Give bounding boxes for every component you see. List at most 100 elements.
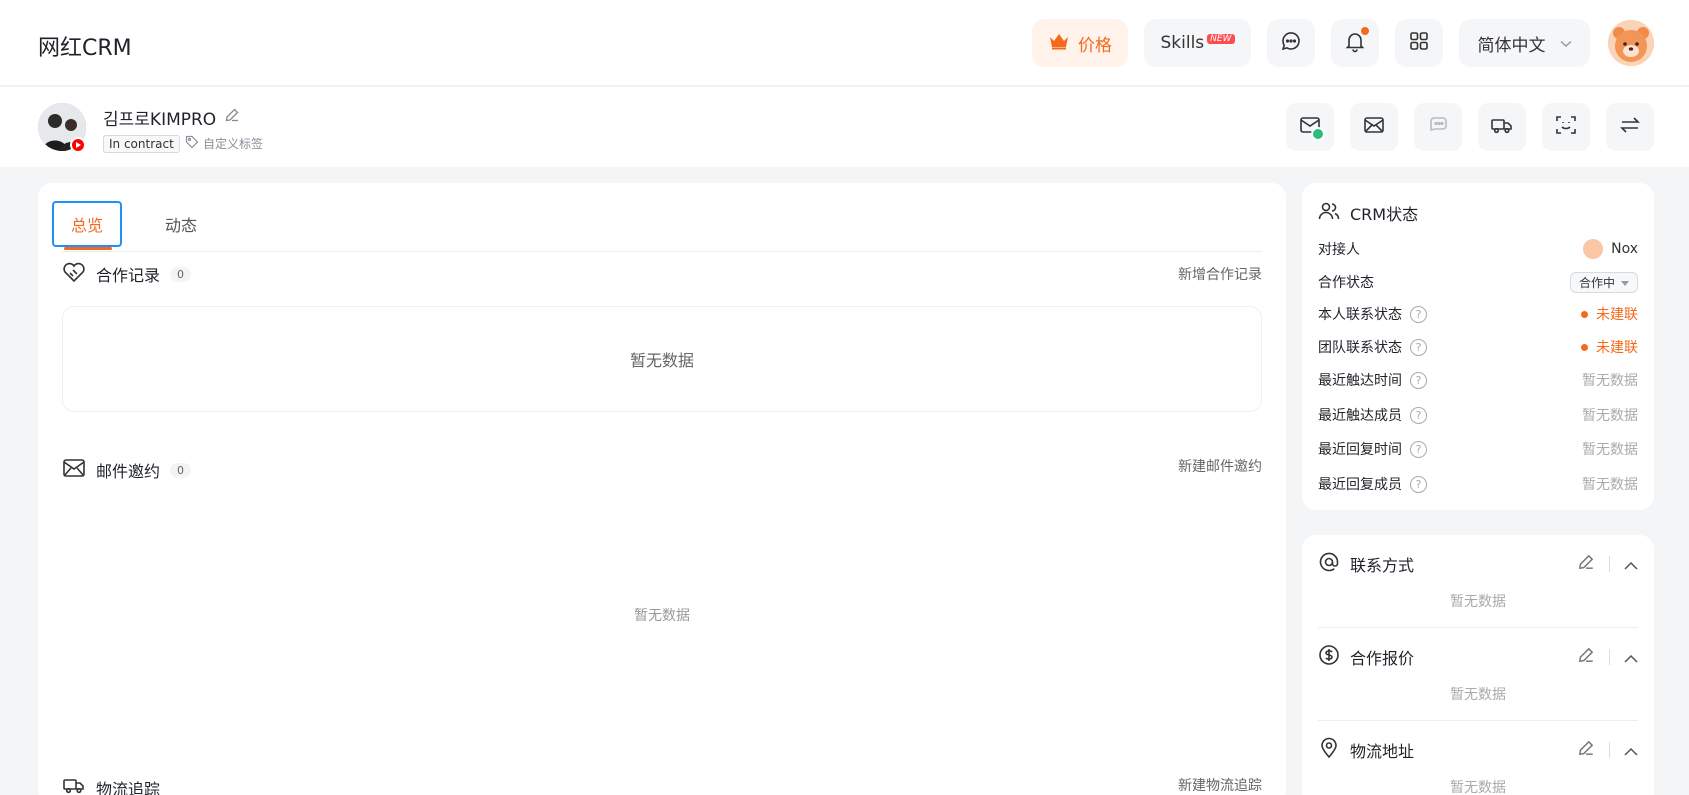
bear-avatar-icon [1583, 239, 1604, 259]
crm-label-text: 最近回复时间 [1318, 442, 1402, 458]
send-email-button[interactable] [1350, 103, 1398, 151]
address-title: 物流地址 [1350, 742, 1415, 761]
chat-icon [1279, 29, 1303, 57]
owner-select[interactable]: Nox [1583, 239, 1638, 259]
user-avatar[interactable] [1608, 20, 1654, 66]
crm-label: 对接人 [1318, 242, 1360, 258]
youtube-icon [70, 137, 86, 153]
message-button[interactable] [1414, 103, 1462, 151]
notifications-button[interactable] [1331, 19, 1379, 67]
help-icon[interactable]: ? [1410, 406, 1427, 424]
crm-row-cooperation-status: 合作状态 合作中 [1318, 270, 1638, 294]
cooperation-section-title: 合作记录 0 [62, 261, 192, 287]
info-card: 联系方式 暂无数据 合作报价 暂无数据 物流地址 暂无数据 [1302, 535, 1654, 795]
contact-info-section: 联系方式 暂无数据 [1318, 535, 1638, 628]
chevron-up-icon[interactable] [1624, 555, 1638, 574]
grid-icon [1408, 30, 1430, 56]
crm-label: 最近触达时间 ? [1318, 370, 1427, 390]
tool-divider [1609, 742, 1610, 758]
new-logistics-link[interactable]: 新建物流追踪 [1178, 775, 1262, 795]
tag-icon [185, 135, 199, 152]
help-icon[interactable]: ? [1410, 371, 1427, 389]
users-icon [1318, 201, 1340, 225]
quote-section: 合作报价 暂无数据 [1318, 628, 1638, 721]
team-contact-status: 未建联 [1581, 337, 1638, 357]
help-icon[interactable]: ? [1410, 440, 1427, 458]
owner-name: Nox [1611, 241, 1638, 257]
quote-tools [1577, 646, 1638, 668]
pricing-button[interactable]: 价格 [1032, 19, 1128, 67]
email-count: 0 [170, 462, 192, 478]
chevron-up-icon[interactable] [1624, 741, 1638, 760]
cooperation-empty-state: 暂无数据 [62, 306, 1262, 412]
crm-row-self-contact: 本人联系状态 ? 未建联 [1318, 302, 1638, 326]
email-title-text: 邮件邀约 [96, 462, 161, 481]
crm-label-text: 团队联系状态 [1318, 340, 1402, 356]
tab-activity[interactable]: 动态 [146, 201, 216, 247]
last-reply-member-value: 暂无数据 [1582, 477, 1638, 493]
crm-status-card: CRM状态 对接人 Nox 合作状态 合作中 本人联系状态 ? 未建联 团队联系… [1302, 183, 1654, 510]
tool-divider [1609, 649, 1610, 665]
crm-row-team-contact: 团队联系状态 ? 未建联 [1318, 335, 1638, 359]
apps-button[interactable] [1395, 19, 1443, 67]
message-icon [1426, 113, 1450, 141]
eye-icon [1311, 127, 1325, 141]
contract-status-tag: In contract [103, 135, 180, 153]
crm-label: 最近回复成员 ? [1318, 474, 1427, 494]
profile-bar: 김프로KIMPRO In contract 自定义标签 [0, 87, 1689, 167]
language-select[interactable]: 简体中文 [1459, 19, 1590, 67]
logistics-button[interactable] [1478, 103, 1526, 151]
skills-label: Skills [1160, 33, 1205, 53]
quote-empty: 暂无数据 [1450, 687, 1506, 703]
notification-dot [1361, 27, 1369, 35]
language-label: 简体中文 [1477, 35, 1546, 56]
swap-icon [1618, 113, 1642, 141]
chevron-up-icon[interactable] [1624, 648, 1638, 667]
crm-label: 最近触达成员 ? [1318, 405, 1427, 425]
add-cooperation-link[interactable]: 新增合作记录 [1178, 264, 1262, 284]
crm-label-text: 最近触达成员 [1318, 408, 1402, 424]
cooperation-status-value: 合作中 [1578, 275, 1615, 290]
crm-status-title-text: CRM状态 [1350, 205, 1419, 224]
logistics-title-text: 物流追踪 [96, 780, 161, 795]
email-tracking-button[interactable] [1286, 103, 1334, 151]
email-section-title: 邮件邀约 0 [62, 457, 192, 483]
contact-info-tools [1577, 553, 1638, 575]
tab-overview[interactable]: 总览 [52, 201, 122, 250]
address-tools [1577, 739, 1638, 761]
skills-button[interactable]: Skills NEW [1144, 19, 1251, 67]
help-icon[interactable]: ? [1410, 338, 1427, 356]
scan-button[interactable] [1542, 103, 1590, 151]
chat-button[interactable] [1267, 19, 1315, 67]
tab-divider [62, 251, 1262, 252]
truck-icon [62, 775, 86, 795]
quote-title: 合作报价 [1350, 649, 1415, 668]
crm-row-last-reply-member: 最近回复成员 ? 暂无数据 [1318, 472, 1638, 496]
edit-icon[interactable] [1577, 553, 1595, 575]
address-header: 物流地址 [1318, 737, 1414, 763]
edit-name-icon[interactable] [224, 107, 240, 128]
self-contact-status: 未建联 [1581, 304, 1638, 324]
cooperation-status-select[interactable]: 合作中 [1569, 271, 1638, 293]
crm-row-last-reach-time: 最近触达时间 ? 暂无数据 [1318, 368, 1638, 392]
address-section: 物流地址 暂无数据 [1318, 721, 1638, 795]
crm-row-owner: 对接人 Nox [1318, 237, 1638, 261]
logistics-section-title: 物流追踪 [62, 775, 160, 795]
crm-label-text: 最近回复成员 [1318, 477, 1402, 493]
new-email-invitation-link[interactable]: 新建邮件邀约 [1178, 456, 1262, 476]
address-empty: 暂无数据 [1450, 780, 1506, 795]
crm-label-text: 本人联系状态 [1318, 307, 1402, 323]
influencer-name: 김프로KIMPRO [103, 105, 240, 130]
help-icon[interactable]: ? [1410, 475, 1427, 493]
tool-divider [1609, 556, 1610, 572]
transfer-button[interactable] [1606, 103, 1654, 151]
edit-icon[interactable] [1577, 739, 1595, 761]
handshake-heart-icon [62, 261, 86, 287]
crm-label: 本人联系状态 ? [1318, 304, 1427, 324]
custom-tag-button[interactable]: 自定义标签 [185, 135, 263, 152]
help-icon[interactable]: ? [1410, 305, 1427, 323]
crm-label: 团队联系状态 ? [1318, 337, 1427, 357]
custom-tag-label: 自定义标签 [203, 137, 264, 151]
edit-icon[interactable] [1577, 646, 1595, 668]
quote-header: 合作报价 [1318, 644, 1414, 670]
